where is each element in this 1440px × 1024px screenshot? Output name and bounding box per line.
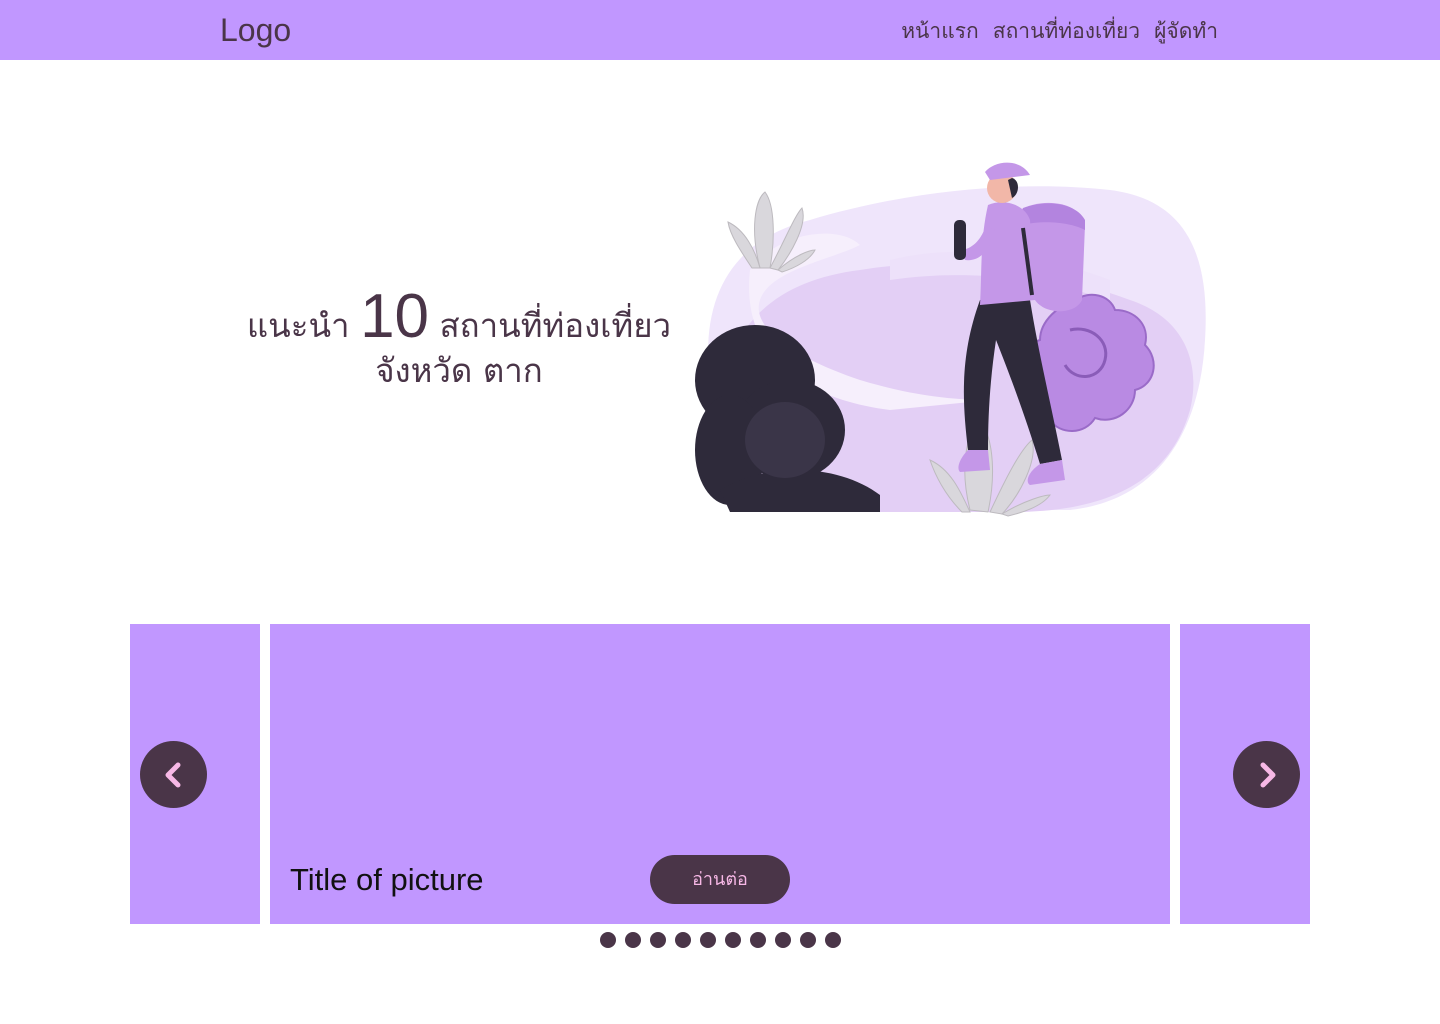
carousel-pagination — [600, 932, 841, 948]
nav-about[interactable]: ผู้จัดทำ — [1154, 16, 1218, 46]
nav-attractions[interactable]: สถานที่ท่องเที่ยว — [993, 16, 1140, 46]
carousel-dot-9[interactable] — [800, 932, 816, 948]
hero-heading: แนะนำ 10 สถานที่ท่องเที่ยว จังหวัด ตาก — [226, 282, 692, 389]
carousel-dot-7[interactable] — [750, 932, 766, 948]
hiker-illustration — [695, 162, 1206, 517]
carousel-current-slide[interactable]: Title of picture อ่านต่อ — [270, 624, 1170, 924]
carousel-next-button[interactable] — [1233, 741, 1300, 808]
read-more-button[interactable]: อ่านต่อ — [650, 855, 790, 904]
hero-line-1: แนะนำ 10 สถานที่ท่องเที่ยว — [226, 282, 692, 361]
chevron-right-icon — [1260, 762, 1275, 787]
carousel-dot-8[interactable] — [775, 932, 791, 948]
hero-prefix: แนะนำ — [246, 306, 350, 345]
carousel-dot-5[interactable] — [700, 932, 716, 948]
hero-number: 10 — [360, 282, 430, 351]
logo[interactable]: Logo — [220, 10, 291, 50]
chevron-left-icon — [165, 762, 180, 787]
carousel-dot-4[interactable] — [675, 932, 691, 948]
hero-suffix: สถานที่ท่องเที่ยว — [439, 306, 672, 345]
slide-title: Title of picture — [290, 862, 484, 897]
carousel-dot-10[interactable] — [825, 932, 841, 948]
carousel-dot-3[interactable] — [650, 932, 666, 948]
carousel-dot-6[interactable] — [725, 932, 741, 948]
carousel-dot-1[interactable] — [600, 932, 616, 948]
carousel-dot-2[interactable] — [625, 932, 641, 948]
main-nav: หน้าแรก สถานที่ท่องเที่ยว ผู้จัดทำ — [901, 16, 1218, 46]
top-navbar: Logo หน้าแรก สถานที่ท่องเที่ยว ผู้จัดทำ — [0, 0, 1440, 60]
nav-home[interactable]: หน้าแรก — [901, 16, 979, 46]
carousel-prev-button[interactable] — [140, 741, 207, 808]
